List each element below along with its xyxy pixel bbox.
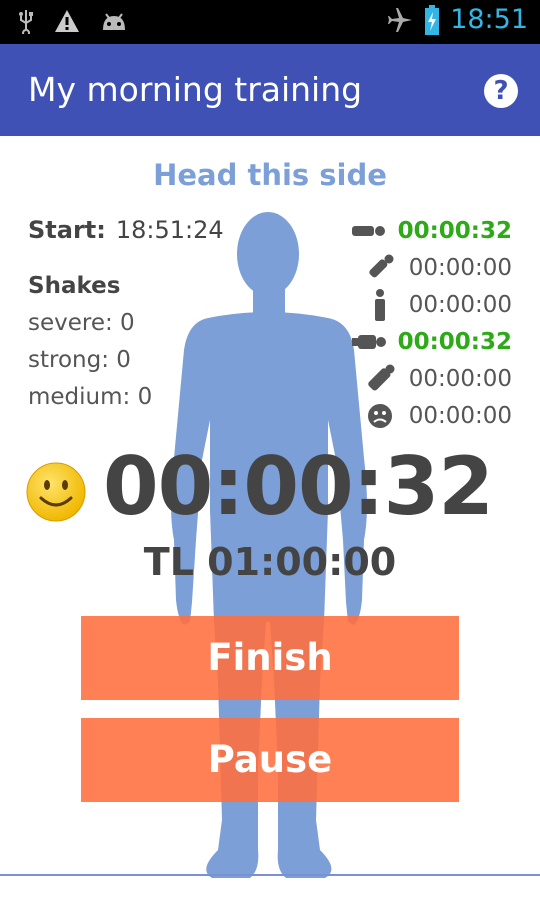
battery-icon (425, 4, 440, 35)
warning-icon (55, 10, 79, 32)
app-bar: My morning training ? (0, 44, 540, 136)
standing-icon (363, 288, 397, 321)
elapsed-timer: 00:00:32 (103, 440, 494, 533)
app-title: My morning training (28, 70, 363, 109)
usb-icon (19, 10, 33, 34)
android-icon (103, 13, 125, 30)
start-label: Start: (28, 216, 106, 244)
timer-row: 00:00:00 (352, 397, 512, 434)
timer-value: 00:00:00 (408, 291, 512, 318)
lying-icon (351, 216, 386, 246)
timer-row: 00:00:32 (351, 212, 512, 249)
timer-row: 00:00:00 (352, 360, 512, 397)
sad-face-icon (363, 401, 397, 431)
finish-button[interactable]: Finish (81, 616, 459, 700)
tilt-icon (363, 253, 397, 283)
status-icons-right: 18:51 (386, 4, 528, 35)
timer-row: 00:00:32 (351, 323, 512, 360)
pause-button[interactable]: Pause (81, 718, 459, 802)
timer-row: 00:00:00 (352, 286, 512, 323)
side-label: Head this side (153, 158, 387, 192)
lying-wide-icon (351, 327, 386, 357)
shakes-title: Shakes (28, 273, 121, 299)
status-bar: 18:51 (0, 0, 540, 44)
shakes-severe: severe: 0 (28, 310, 135, 336)
airplane-icon (388, 7, 413, 32)
timer-value: 00:00:00 (408, 402, 512, 429)
start-info: Start: 18:51:24 (28, 216, 224, 244)
shakes-strong: strong: 0 (28, 347, 131, 373)
shakes-panel: Shakes severe: 0 strong: 0 medium: 0 (28, 268, 152, 416)
start-value: 18:51:24 (115, 216, 224, 244)
timer-value: 00:00:32 (397, 328, 512, 355)
timer-value: 00:00:00 (408, 254, 512, 281)
shakes-medium: medium: 0 (28, 384, 153, 410)
time-limit: TL 01:00:00 (143, 540, 397, 584)
timer-row: 00:00:00 (352, 249, 512, 286)
help-icon[interactable]: ? (484, 74, 518, 108)
divider (0, 874, 540, 876)
tilt-alt-icon (363, 364, 397, 394)
smiley-icon (26, 462, 86, 522)
timer-value: 00:00:00 (408, 365, 512, 392)
position-timers: 00:00:32 00:00:00 00:00:00 00:00:32 00:0… (351, 212, 512, 434)
clock: 18:51 (450, 4, 528, 35)
timer-value: 00:00:32 (397, 217, 512, 244)
status-icons-left (18, 8, 128, 34)
main-content: Head this side Start: 18:51:24 Shakes sev… (0, 136, 540, 900)
